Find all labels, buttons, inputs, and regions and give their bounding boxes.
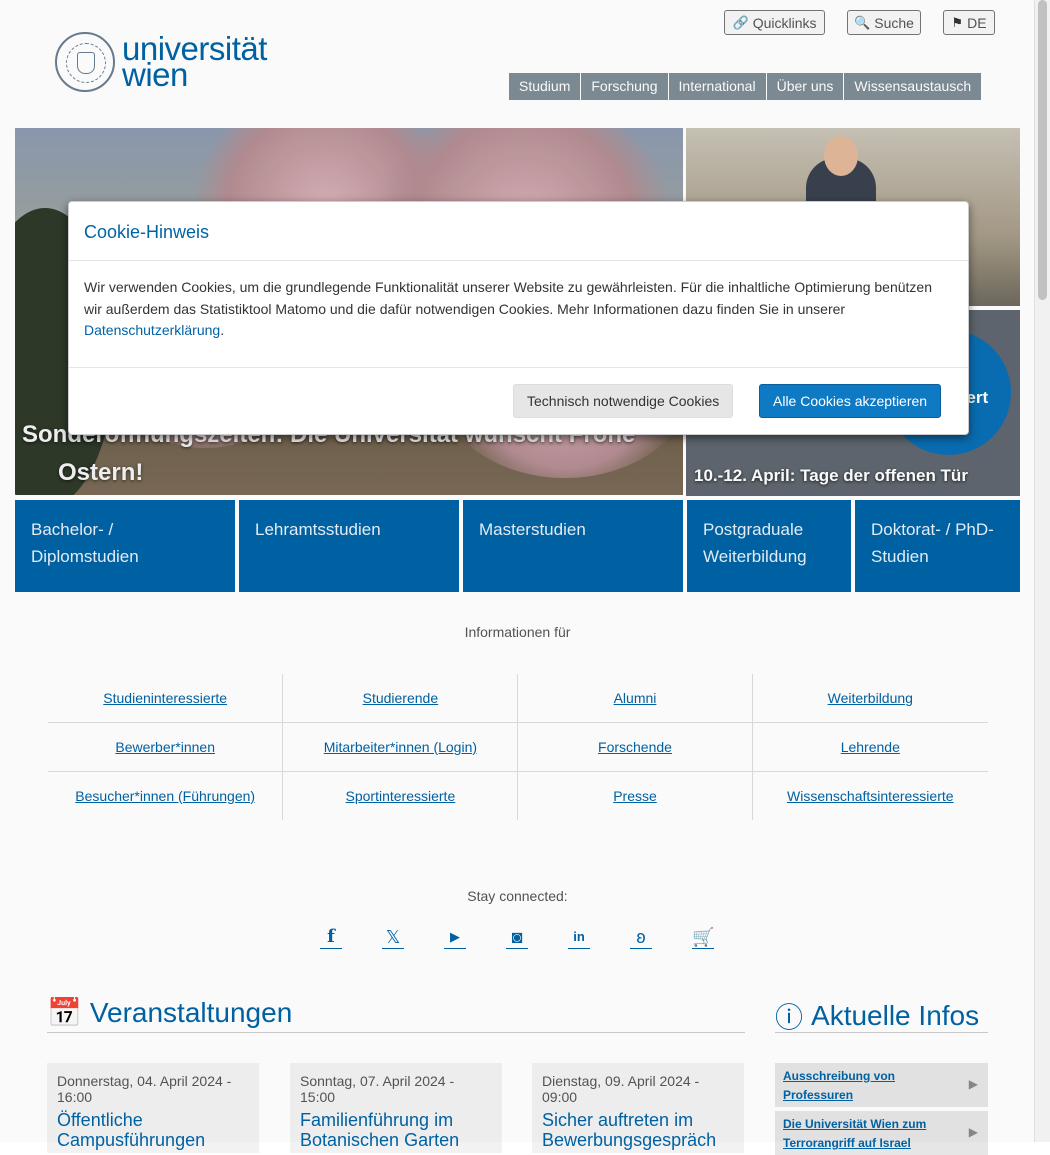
scrollbar-thumb[interactable] [1038,0,1047,300]
page-scrollbar[interactable] [1034,0,1050,1142]
cookie-modal-body: Wir verwenden Cookies, um die grundlegen… [69,261,968,367]
cookie-modal-title: Cookie-Hinweis [84,221,210,242]
cookie-text: Wir verwenden Cookies, um die grundlegen… [84,279,932,317]
cookie-text-end: . [220,322,225,338]
modal-overlay [0,0,1035,1142]
accept-all-cookies-button[interactable]: Alle Cookies akzeptieren [759,384,942,418]
necessary-cookies-button[interactable]: Technisch notwendige Cookies [513,384,734,418]
privacy-policy-link[interactable]: Datenschutzerklärung [84,322,220,338]
cookie-modal: Cookie-Hinweis Wir verwenden Cookies, um… [68,201,969,435]
